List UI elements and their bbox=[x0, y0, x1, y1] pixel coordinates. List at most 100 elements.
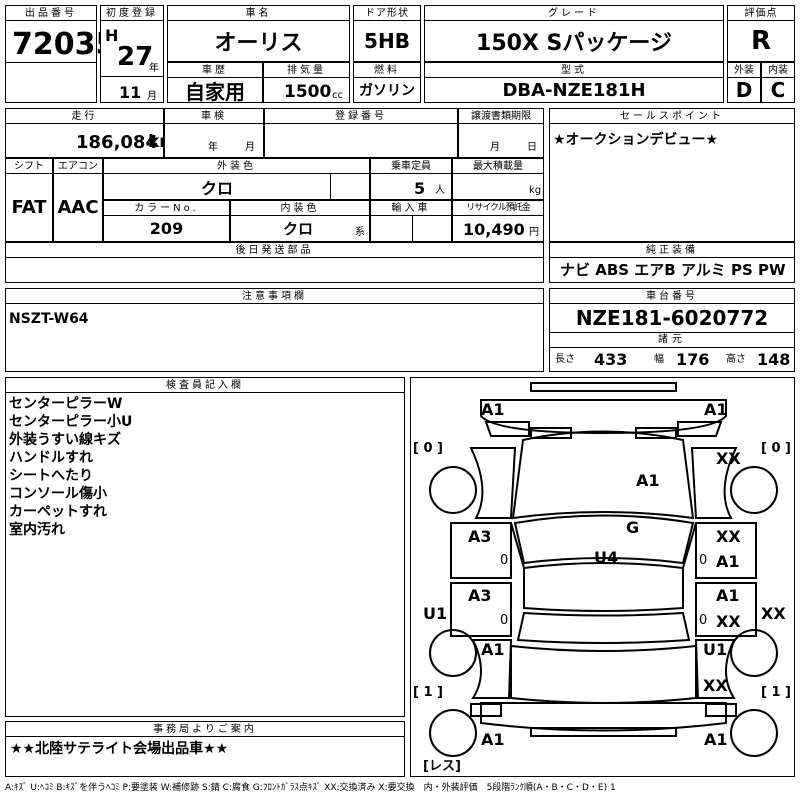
caution-label: 注意事項欄 bbox=[6, 289, 543, 304]
caution-text: NSZT-W64 bbox=[9, 311, 89, 327]
mark-door-rr: A1 bbox=[716, 586, 740, 605]
inspector-line: センターピラーW bbox=[9, 396, 123, 412]
mark-pillar-l: U1 bbox=[423, 604, 448, 623]
transfer-day-unit: 日 bbox=[527, 142, 537, 153]
recycle-label: リサイクル預託金 bbox=[453, 201, 543, 216]
import-label: 輸入車 bbox=[371, 201, 451, 216]
reg-month-unit: 月 bbox=[147, 91, 157, 102]
mark-quarter-l: A1 bbox=[481, 640, 505, 659]
displacement: 1500 bbox=[284, 82, 332, 102]
caution-box: 注意事項欄 NSZT-W64 bbox=[5, 288, 544, 372]
lot-label: 出品番号 bbox=[6, 6, 96, 21]
sales-box: セールスポイント ★オークションデビュー★ bbox=[549, 108, 795, 242]
shipping-label: 後日発送部品 bbox=[6, 243, 543, 258]
office-label: 事務局よりご案内 bbox=[6, 722, 404, 737]
mark-hood: A1 bbox=[636, 471, 660, 490]
color: クロ bbox=[200, 178, 233, 198]
office-box: 事務局よりご案内 ★★北陸サテライト会場出品車★★ bbox=[5, 721, 405, 777]
mark-quarter-r: U1 bbox=[703, 640, 728, 659]
mark-pillar-r: XX bbox=[761, 604, 786, 623]
width: 176 bbox=[676, 350, 710, 369]
load-label: 最大積載量 bbox=[453, 159, 543, 174]
capacity-box: 乗車定員 5 人 bbox=[370, 158, 452, 200]
inspector-line: ハンドルすれ bbox=[9, 450, 93, 466]
tire-rr: [ 1 ] bbox=[761, 685, 791, 700]
hei-label: 高さ bbox=[726, 354, 746, 365]
chassis-box: 車台番号 NZE181-6020772 諸元 長さ 433 幅 176 高さ 1… bbox=[549, 288, 795, 372]
legend-text: A:ｷｽﾞ U:ﾍｺﾐ B:ｷｽﾞを伴うﾍｺﾐ P:要塗装 W:補修跡 S:錆 … bbox=[5, 783, 616, 793]
transfer-month-unit: 月 bbox=[490, 142, 500, 153]
history-box: 車歴 自家用 bbox=[167, 62, 263, 104]
mileage-label: 走行 bbox=[6, 109, 163, 124]
colorno: 209 bbox=[149, 219, 184, 238]
recycle-unit: 円 bbox=[529, 227, 539, 238]
mark-front-right: A1 bbox=[704, 400, 728, 419]
insp-year-unit: 年 bbox=[208, 142, 218, 153]
car-name-label: 車名 bbox=[168, 6, 349, 21]
inspector-line: シートへたり bbox=[9, 468, 93, 484]
inspector-line: 室内汚れ bbox=[9, 522, 65, 538]
inspector-line: 外装うすい線キズ bbox=[9, 432, 121, 448]
mark-roof: U4 bbox=[594, 548, 619, 567]
capacity: 5 bbox=[414, 179, 426, 198]
car-name: オーリス bbox=[214, 31, 303, 56]
mark-door-fl: A3 bbox=[468, 527, 492, 546]
import-box: 輸入車 bbox=[370, 200, 452, 242]
intcolor-unit: 系 bbox=[355, 227, 365, 238]
len-label: 長さ bbox=[555, 354, 575, 365]
ac-label: エアコン bbox=[54, 159, 102, 174]
recycle-box: リサイクル預託金 10,490 円 bbox=[452, 200, 544, 242]
mark-door-rr-b: XX bbox=[716, 612, 741, 631]
plate-box: 登録番号 bbox=[264, 108, 458, 158]
equipment-label: 純正装備 bbox=[550, 243, 794, 258]
mark-door-rl: A3 bbox=[468, 586, 492, 605]
grade-box: グレード 150X Sパッケージ bbox=[424, 5, 724, 62]
tire-fl: [ 0 ] bbox=[413, 441, 443, 456]
length: 433 bbox=[594, 350, 628, 369]
chassis-number: NZE181-6020772 bbox=[575, 306, 769, 330]
door-box: ドア形状 5HB bbox=[353, 5, 421, 62]
score-box: 評価点 R bbox=[727, 5, 795, 62]
reg-year-unit: 年 bbox=[149, 63, 159, 74]
grade-label: グレード bbox=[425, 6, 723, 21]
door-label: ドア形状 bbox=[354, 6, 420, 21]
inspection-box: 車検 年 月 bbox=[164, 108, 264, 158]
inspection-label: 車検 bbox=[165, 109, 263, 124]
door-type: 5HB bbox=[364, 29, 410, 53]
fuel-label: 燃料 bbox=[354, 63, 420, 78]
inspector-line: コンソール傷小 bbox=[9, 486, 107, 502]
inspector-label: 検査員記入欄 bbox=[6, 378, 404, 393]
inspector-line: カーペットすれ bbox=[9, 504, 107, 520]
history: 自家用 bbox=[185, 79, 245, 104]
registration-box: 初度登録 H 27 年 11 月 bbox=[100, 5, 164, 103]
equipment-box: 純正装備 ナビ ABS エアB アルミ PS PW bbox=[549, 242, 795, 283]
mark-door-fr: XX bbox=[716, 527, 741, 546]
car-diagram: [ 0 ] [ 0 ] [ 1 ] [ 1 ] [レス] A1 A1 XX A1… bbox=[410, 377, 795, 777]
ext-grade-box: 外装 D bbox=[727, 62, 761, 103]
int-label: 内装 bbox=[762, 63, 794, 78]
ac-box: エアコン AAC bbox=[53, 158, 103, 242]
model-box: 型式 DBA-NZE181H bbox=[424, 62, 724, 103]
color-label: 外装色 bbox=[104, 159, 369, 174]
transfer-box: 譲渡書類期限 月 日 bbox=[458, 108, 544, 158]
displacement-box: 排気量 1500 cc bbox=[263, 62, 350, 103]
height: 148 bbox=[757, 350, 791, 369]
specs-label: 諸元 bbox=[658, 334, 686, 345]
mark-door-rr-small: 0 bbox=[699, 613, 708, 628]
recycle: 10,490 bbox=[463, 220, 525, 239]
ext-label: 外装 bbox=[728, 63, 760, 78]
tire-fr: [ 0 ] bbox=[761, 441, 791, 456]
chassis-label: 車台番号 bbox=[550, 289, 794, 304]
intcolor-label: 内装色 bbox=[231, 201, 369, 216]
mark-door-fr-small: 0 bbox=[699, 553, 708, 568]
shipping-box: 後日発送部品 bbox=[5, 242, 544, 283]
capacity-label: 乗車定員 bbox=[371, 159, 451, 174]
mark-door-rl-small: 0 bbox=[500, 613, 509, 628]
colorno-label: カラーNo. bbox=[104, 201, 229, 216]
plate-label: 登録番号 bbox=[265, 109, 457, 124]
equipment-text: ナビ ABS エアB アルミ PS PW bbox=[560, 261, 786, 279]
capacity-unit: 人 bbox=[435, 185, 445, 196]
spare-tire: [レス] bbox=[423, 759, 461, 774]
mark-quarter-r-b: XX bbox=[703, 676, 728, 695]
shift: FAT bbox=[11, 197, 47, 218]
